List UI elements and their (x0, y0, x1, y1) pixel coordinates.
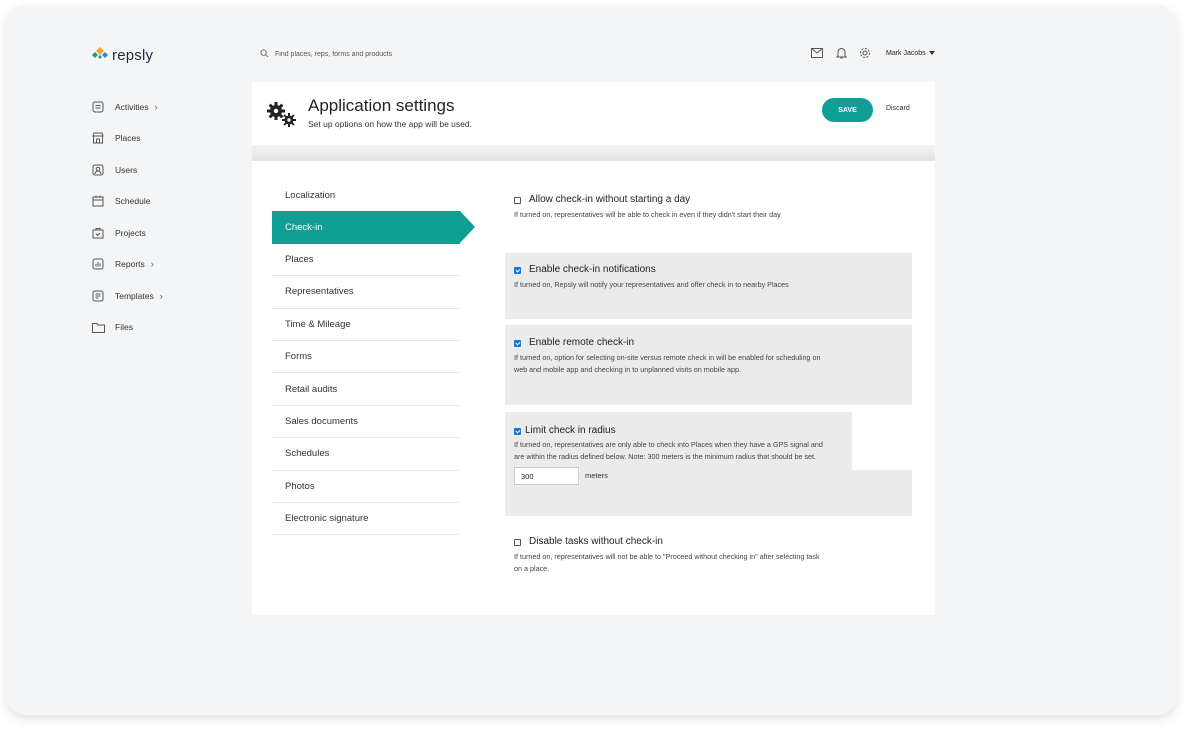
discard-button[interactable]: Discard (886, 105, 910, 112)
option-description: If turned on, representatives will not b… (514, 552, 820, 573)
sidebar-item-label: Files (115, 322, 133, 333)
option-title-row: Allow check-in without starting a day (514, 194, 903, 206)
global-search[interactable] (260, 49, 475, 60)
option-check-in-notifications: Enable check-in notifications If turned … (505, 253, 912, 319)
tab-time-mileage[interactable]: Time & Mileage (272, 309, 460, 341)
tab-schedules[interactable]: Schedules (272, 438, 460, 471)
option-allow-check-in-without-day: Allow check-in without starting a day If… (505, 192, 912, 221)
option-remote-check-in: Enable remote check-in If turned on, opt… (505, 325, 912, 405)
page-title: Application settings (308, 96, 455, 115)
limit-radius-checkbox[interactable] (514, 427, 521, 435)
tab-photos[interactable]: Photos (272, 471, 460, 503)
top-right-toolbar: Mark Jacobs (810, 46, 935, 60)
option-title: Disable tasks without check-in (529, 536, 663, 547)
templates-icon (91, 289, 105, 303)
allow-check-in-checkbox[interactable] (514, 196, 521, 204)
tab-check-in[interactable]: Check-in (272, 211, 475, 244)
tab-sales-documents[interactable]: Sales documents (272, 406, 460, 439)
option-title: Enable check-in notifications (529, 264, 656, 275)
chevron-right-icon: › (150, 259, 154, 270)
sidebar-item-label: Places (115, 133, 141, 144)
option-description: If turned on, representatives will be ab… (514, 210, 781, 219)
save-button[interactable]: SAVE (822, 98, 873, 122)
option-limit-radius: Limit check in radius If turned on, repr… (505, 412, 912, 516)
option-title-row: Limit check in radius (514, 425, 903, 437)
tab-localization[interactable]: Localization (272, 179, 460, 211)
radius-unit: meters (585, 471, 608, 480)
option-title: Allow check-in without starting a day (529, 194, 691, 205)
option-disable-tasks: Disable tasks without check-in If turned… (505, 534, 912, 575)
settings-gears-icon (266, 101, 298, 132)
sidebar-item-templates[interactable]: Templates › (91, 280, 211, 312)
option-title: Limit check in radius (525, 425, 616, 436)
bell-icon[interactable] (834, 46, 848, 60)
user-menu[interactable]: Mark Jacobs (886, 50, 935, 57)
repsly-logo-icon (92, 46, 108, 65)
tab-representatives[interactable]: Representatives (272, 276, 460, 309)
sidebar-item-users[interactable]: Users (91, 154, 211, 186)
radius-input[interactable] (514, 467, 579, 485)
user-name: Mark Jacobs (886, 49, 926, 57)
sidebar-item-label: Schedule (115, 196, 151, 207)
option-description: If turned on, Repsly will notify your re… (514, 280, 789, 289)
radius-row: meters (514, 467, 903, 485)
sidebar-item-activities[interactable]: Activities › (91, 91, 211, 123)
sidebar-item-places[interactable]: Places (91, 123, 211, 155)
option-description: If turned on, option for selecting on-si… (514, 353, 821, 374)
tab-electronic-signature[interactable]: Electronic signature (272, 503, 460, 536)
store-icon (91, 131, 105, 145)
search-input[interactable] (275, 51, 475, 58)
sidebar-item-label: Reports (115, 259, 145, 270)
chevron-right-icon: › (154, 101, 158, 112)
settings-nav: Localization Check-in Places Representat… (272, 179, 475, 536)
calendar-icon (91, 194, 105, 208)
sidebar-item-label: Projects (115, 227, 146, 238)
option-title-row: Enable remote check-in (514, 337, 903, 349)
folder-icon (91, 320, 105, 334)
disable-tasks-checkbox[interactable] (514, 538, 521, 546)
sidebar-item-projects[interactable]: Projects (91, 217, 211, 249)
sidebar-item-label: Activities (115, 101, 149, 112)
sidebar-item-reports[interactable]: Reports › (91, 249, 211, 281)
user-icon (91, 163, 105, 177)
mail-icon[interactable] (810, 46, 824, 60)
sidebar-item-label: Templates (115, 290, 154, 301)
sidebar-item-files[interactable]: Files (91, 312, 211, 344)
tab-places[interactable]: Places (272, 244, 460, 277)
page-subtitle: Set up options on how the app will be us… (308, 119, 472, 129)
projects-icon (91, 226, 105, 240)
sidebar: Activities › Places Users Schedule Proje… (91, 91, 211, 343)
remote-check-in-checkbox[interactable] (514, 339, 521, 347)
sidebar-item-label: Users (115, 164, 138, 175)
search-icon (260, 49, 269, 60)
header-shadow (252, 145, 935, 162)
chevron-right-icon: › (159, 290, 163, 301)
tab-forms[interactable]: Forms (272, 341, 460, 374)
option-title: Enable remote check-in (529, 337, 635, 348)
sidebar-item-schedule[interactable]: Schedule (91, 186, 211, 218)
logo[interactable]: repsly (92, 46, 153, 65)
caret-down-icon (928, 50, 935, 57)
tab-retail-audits[interactable]: Retail audits (272, 373, 460, 406)
check-in-notifications-checkbox[interactable] (514, 266, 521, 274)
logo-text: repsly (112, 47, 154, 64)
activities-icon (91, 100, 105, 114)
settings-panel: Localization Check-in Places Representat… (252, 161, 935, 615)
gear-icon[interactable] (858, 46, 872, 60)
option-description: If turned on, representatives are only a… (514, 440, 823, 461)
option-title-row: Enable check-in notifications (514, 264, 903, 276)
option-title-row: Disable tasks without check-in (514, 536, 903, 548)
chart-icon (91, 257, 105, 271)
